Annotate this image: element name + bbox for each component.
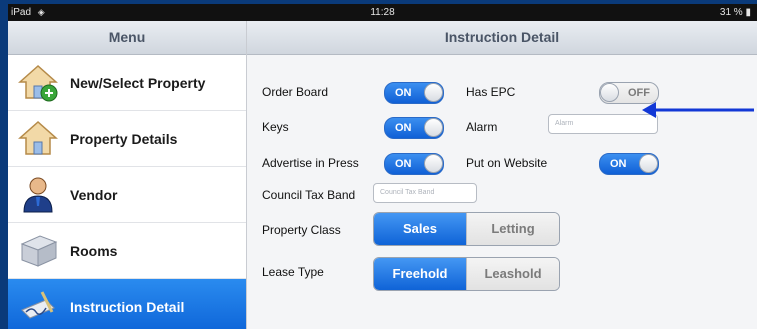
instruction-detail-panel: Instruction Detail Order Board ON Has EP… <box>247 21 757 329</box>
advertise-toggle[interactable]: ON <box>384 153 444 175</box>
house-add-icon <box>18 62 58 102</box>
advertise-label: Advertise in Press <box>262 156 359 170</box>
website-label: Put on Website <box>466 156 548 170</box>
sidebar-title: Menu <box>8 21 246 55</box>
sidebar-item-label: Instruction Detail <box>70 298 185 315</box>
council-tax-label: Council Tax Band <box>262 188 356 202</box>
sidebar-item-rooms[interactable]: Rooms <box>8 223 246 279</box>
sidebar-item-label: Property Details <box>70 130 178 147</box>
sidebar-menu: Menu New/Select Property Property Detail… <box>8 21 247 329</box>
sidebar-item-label: New/Select Property <box>70 74 206 91</box>
sidebar-item-new-select-property[interactable]: New/Select Property <box>8 55 246 111</box>
website-toggle[interactable]: ON <box>599 153 659 175</box>
lease-type-segmented: Freehold Leashold <box>373 257 560 291</box>
ipad-screen: iPad ◈ 11:28 31 % ▮ Menu New/Select Prop… <box>8 4 757 329</box>
status-time: 11:28 <box>370 7 395 18</box>
person-icon <box>18 174 58 214</box>
lease-type-label: Lease Type <box>262 265 324 279</box>
sidebar-item-label: Rooms <box>70 242 118 259</box>
lease-type-leashold-option[interactable]: Leashold <box>466 258 559 290</box>
annotation-arrow-icon <box>642 102 754 118</box>
battery-label: 31 % <box>719 7 743 18</box>
sidebar-item-property-details[interactable]: Property Details <box>8 111 246 167</box>
property-class-label: Property Class <box>262 223 341 237</box>
order-board-label: Order Board <box>262 85 329 99</box>
house-icon <box>18 118 58 158</box>
sidebar-item-instruction-detail[interactable]: Instruction Detail <box>8 279 246 329</box>
alarm-label: Alarm <box>466 120 498 134</box>
page-title: Instruction Detail <box>247 21 757 55</box>
has-epc-label: Has EPC <box>466 85 516 99</box>
keys-toggle[interactable]: ON <box>384 117 444 139</box>
council-tax-field[interactable]: Council Tax Band <box>373 183 477 203</box>
battery-icon: ▮ <box>745 7 751 18</box>
property-class-sales-option[interactable]: Sales <box>374 213 466 245</box>
sidebar-item-vendor[interactable]: Vendor <box>8 167 246 223</box>
status-bar: iPad ◈ 11:28 31 % ▮ <box>8 4 757 21</box>
signature-icon <box>18 286 58 326</box>
sidebar-item-label: Vendor <box>70 186 118 203</box>
room-icon <box>18 230 58 270</box>
property-class-letting-option[interactable]: Letting <box>466 213 559 245</box>
order-board-toggle[interactable]: ON <box>384 82 444 104</box>
keys-label: Keys <box>262 120 289 134</box>
property-class-segmented: Sales Letting <box>373 212 560 246</box>
lease-type-freehold-option[interactable]: Freehold <box>374 258 466 290</box>
